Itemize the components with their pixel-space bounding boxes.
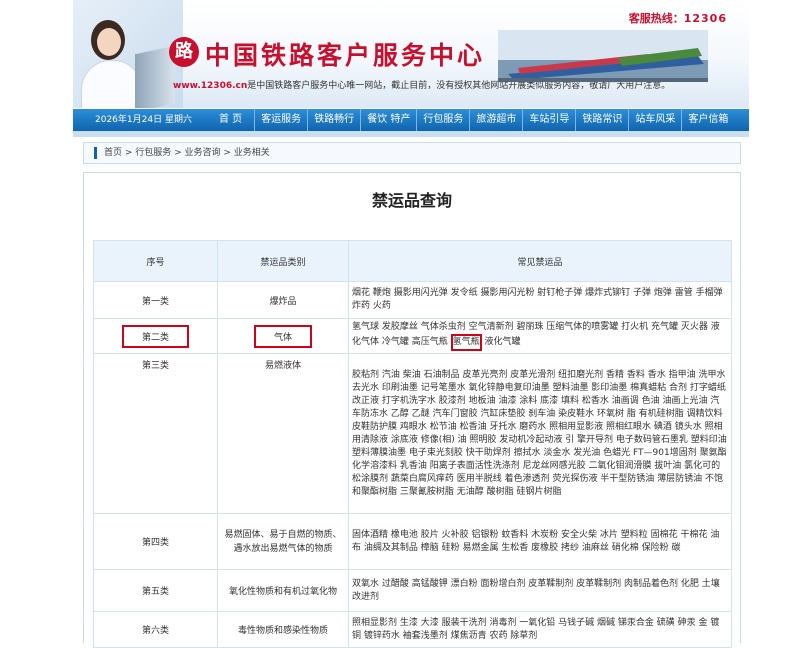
nav-item-passenger-service[interactable]: 客运服务 (254, 109, 307, 131)
hotline-number: 12306 (683, 12, 727, 25)
table-header-row: 序号 禁运品类别 常见禁运品 (93, 240, 732, 282)
hotline: 客服热线：12306 (629, 10, 727, 26)
nav-item-station-guide[interactable]: 车站引导 (522, 109, 575, 131)
row-number: 第五类 (93, 569, 218, 612)
highlight-box-category: 气体 (253, 324, 312, 348)
table-row: 第五类 氧化性物质和有机过氧化物 双氧水 过醋酸 高锰酸钾 漂白粉 面粉增白剂 … (93, 569, 732, 612)
row-items: 照相显影剂 生漆 大漆 服装干洗剂 消毒剂 一氧化铅 马钱子碱 烟碱 锑汞合金 … (348, 611, 732, 648)
row-category: 气体 (273, 332, 292, 343)
railway-logo-icon[interactable]: 路 (169, 37, 199, 67)
row-category: 毒性物质和感染性物质 (217, 611, 349, 648)
nav-item-railway-knowledge[interactable]: 铁路常识 (575, 109, 628, 131)
table-row: 第四类 易燃固体、易于自燃的物质、遇水放出易燃气体的物质 固体酒精 橡电池 胶片… (93, 513, 732, 570)
row-category: 爆炸品 (217, 281, 349, 319)
row-number: 第三类 (93, 353, 218, 514)
row-items: 氢气球 发胶摩丝 气体杀虫剂 空气清新剂 碧丽珠 压缩气体的喷雾罐 打火机 充气… (348, 318, 732, 354)
site-title[interactable]: 中国铁路客户服务中心 (205, 36, 485, 72)
prohibited-items-table: 序号 禁运品类别 常见禁运品 第一类 爆炸品 烟花 鞭炮 摄影用闪光弹 发令纸 … (93, 240, 732, 648)
row-items: 胶粘剂 汽油 柴油 石油制品 皮革光亮剂 皮革光滑剂 纽扣磨光剂 香精 香料 香… (348, 353, 732, 514)
row-items: 固体酒精 橡电池 胶片 火补胶 铝银粉 蚊香料 木炭粉 安全火柴 冰片 塑料粒 … (348, 513, 732, 570)
nav-item-customer-mailbox[interactable]: 客户信箱 (681, 109, 734, 131)
row-category: 氧化性物质和有机过氧化物 (217, 569, 349, 612)
row-category: 易燃液体 (217, 353, 349, 514)
nav-date: 2026年1月24日 星期六 (95, 115, 192, 125)
table-row: 第六类 毒性物质和感染性物质 照相显影剂 生漆 大漆 服装干洗剂 消毒剂 一氧化… (93, 611, 732, 648)
row-items: 烟花 鞭炮 摄影用闪光弹 发令纸 摄影用闪光粉 射钉枪子弹 爆炸式铆钉 子弹 炮… (348, 281, 732, 319)
header-number: 序号 (93, 240, 218, 282)
site-url-link[interactable]: www.12306.cn (173, 81, 247, 91)
row-number: 第一类 (93, 281, 218, 319)
main-content: 禁运品查询 序号 禁运品类别 常见禁运品 第一类 爆炸品 烟花 鞭炮 摄影用闪光… (83, 172, 741, 648)
nav-item-travel-market[interactable]: 旅游超市 (469, 109, 522, 131)
page-title: 禁运品查询 (371, 191, 452, 210)
nav-item-railway-travel[interactable]: 铁路畅行 (307, 109, 360, 131)
nav-item-catering[interactable]: 餐饮 特产 (360, 109, 416, 131)
notice-text: 是中国铁路客户服务中心唯一网站，截止目前，没有授权其他网站开展类似服务内容，敬请… (247, 81, 671, 91)
highlighted-item: 氢气瓶 (450, 334, 482, 351)
table-row: 第一类 爆炸品 烟花 鞭炮 摄影用闪光弹 发令纸 摄影用闪光粉 射钉枪子弹 爆炸… (93, 281, 732, 319)
row-number: 第四类 (93, 513, 218, 570)
row-number: 第二类 (141, 332, 169, 343)
row-items: 双氧水 过醋酸 高锰酸钾 漂白粉 面粉增白剂 皮革鞣制剂 皮革鞣制剂 肉制品着色… (348, 569, 732, 612)
main-nav: 2026年1月24日 星期六 首 页 客运服务 铁路畅行 餐饮 特产 行包服务 … (73, 109, 749, 131)
table-row-class-2: 第二类 气体 氢气球 发胶摩丝 气体杀虫剂 空气清新剂 碧丽珠 压缩气体的喷雾罐… (93, 318, 732, 354)
page: 客服热线：12306 路 中国铁路客户服务中心 www.12306.cn是中国铁… (73, 0, 749, 648)
nav-item-luggage-service[interactable]: 行包服务 (416, 109, 469, 131)
header-banner: 客服热线：12306 路 中国铁路客户服务中心 www.12306.cn是中国铁… (73, 0, 749, 108)
header-common-items: 常见禁运品 (348, 240, 732, 282)
highlight-box-number: 第二类 (121, 324, 189, 348)
breadcrumb: 首页 > 行包服务 > 业务咨询 > 业务相关 (83, 142, 741, 164)
nav-item-station-style[interactable]: 站车风采 (628, 109, 681, 131)
table-row: 第三类 易燃液体 胶粘剂 汽油 柴油 石油制品 皮革光亮剂 皮革光滑剂 纽扣磨光… (93, 353, 732, 514)
train-image (498, 30, 708, 82)
row-category: 易燃固体、易于自燃的物质、遇水放出易燃气体的物质 (217, 513, 349, 570)
nav-item-home[interactable]: 首 页 (207, 109, 254, 131)
row-number: 第六类 (93, 611, 218, 648)
customer-service-photo (73, 0, 183, 108)
hotline-label: 客服热线： (628, 12, 684, 25)
header-category: 禁运品类别 (217, 240, 349, 282)
breadcrumb-text[interactable]: 首页 > 行包服务 > 业务咨询 > 业务相关 (104, 143, 270, 163)
